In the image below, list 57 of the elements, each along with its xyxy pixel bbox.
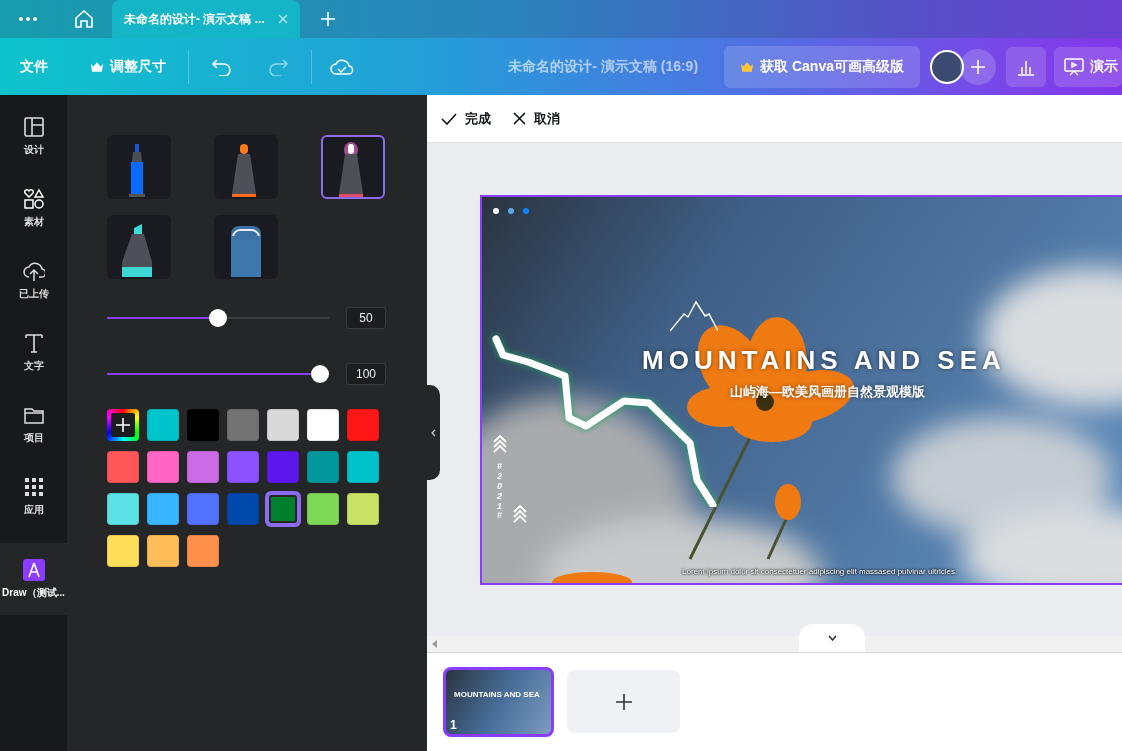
- value-input[interactable]: 100: [346, 363, 386, 385]
- redo-icon[interactable]: [267, 57, 289, 76]
- brush-option[interactable]: [321, 135, 385, 199]
- scroll-left-icon[interactable]: [432, 640, 437, 648]
- value-input[interactable]: 50: [346, 307, 386, 329]
- chevrons-up-icon: [513, 505, 527, 523]
- avatar[interactable]: [930, 49, 964, 84]
- cloud-check-icon[interactable]: [330, 57, 354, 76]
- present-button[interactable]: 演示: [1054, 46, 1122, 87]
- plus-icon: [116, 418, 130, 432]
- collapse-pages-button[interactable]: [799, 624, 865, 652]
- add-page-button[interactable]: [567, 670, 680, 733]
- slider-thumb[interactable]: [209, 309, 227, 327]
- presentation-icon: [1064, 57, 1084, 76]
- page-thumbnail[interactable]: MOUNTAINS AND SEA 1: [443, 667, 554, 737]
- layout-icon: [22, 115, 45, 138]
- sidebar-tab[interactable]: 素材: [0, 172, 67, 244]
- chevrons-up-icon: [493, 435, 507, 453]
- upgrade-button[interactable]: 获取 Canva可画高级版: [724, 45, 920, 88]
- page-number: 1: [450, 718, 457, 732]
- close-icon: [513, 112, 526, 125]
- thumbnail-title: MOUNTAINS AND SEA: [454, 690, 540, 699]
- home-icon[interactable]: [74, 9, 94, 29]
- shapes-icon: [22, 187, 45, 210]
- insights-button[interactable]: [1006, 46, 1046, 87]
- color-swatch[interactable]: [267, 493, 299, 525]
- cancel-button[interactable]: 取消: [513, 105, 560, 132]
- sidebar-tab[interactable]: 应用: [0, 460, 67, 532]
- collapse-panel-handle[interactable]: [427, 385, 440, 480]
- crown-icon: [740, 60, 755, 73]
- text-icon: [22, 331, 45, 354]
- close-icon[interactable]: [278, 14, 288, 24]
- pen-app-icon: [22, 558, 45, 581]
- add-color-button[interactable]: [107, 409, 139, 441]
- done-button[interactable]: 完成: [441, 105, 491, 132]
- sidebar-tab[interactable]: 文字: [0, 316, 67, 388]
- more-icon[interactable]: [19, 17, 37, 21]
- crown-icon: [90, 60, 104, 73]
- mountain-icon: [670, 300, 718, 332]
- document-title: 未命名的设计- 演示文稿 (16:9): [508, 57, 699, 76]
- plus-icon[interactable]: [321, 12, 335, 26]
- brush-option[interactable]: [214, 135, 278, 199]
- brush-option[interactable]: [107, 215, 171, 279]
- grid-icon: [22, 475, 45, 498]
- chevron-down-icon: [827, 635, 837, 641]
- undo-icon[interactable]: [211, 57, 233, 76]
- check-icon: [441, 112, 457, 125]
- plus-icon: [971, 59, 985, 74]
- year-label: #2021#: [497, 462, 503, 522]
- add-member-button[interactable]: [960, 48, 996, 85]
- slider-thumb[interactable]: [311, 365, 329, 383]
- plus-icon: [615, 693, 632, 710]
- sidebar-tab[interactable]: Draw（测试...: [0, 543, 67, 615]
- chevron-left-icon: [431, 428, 436, 437]
- sidebar-tab[interactable]: 已上传: [0, 244, 67, 316]
- sidebar-tab[interactable]: 项目: [0, 388, 67, 460]
- sidebar-tab[interactable]: 设计: [0, 100, 67, 172]
